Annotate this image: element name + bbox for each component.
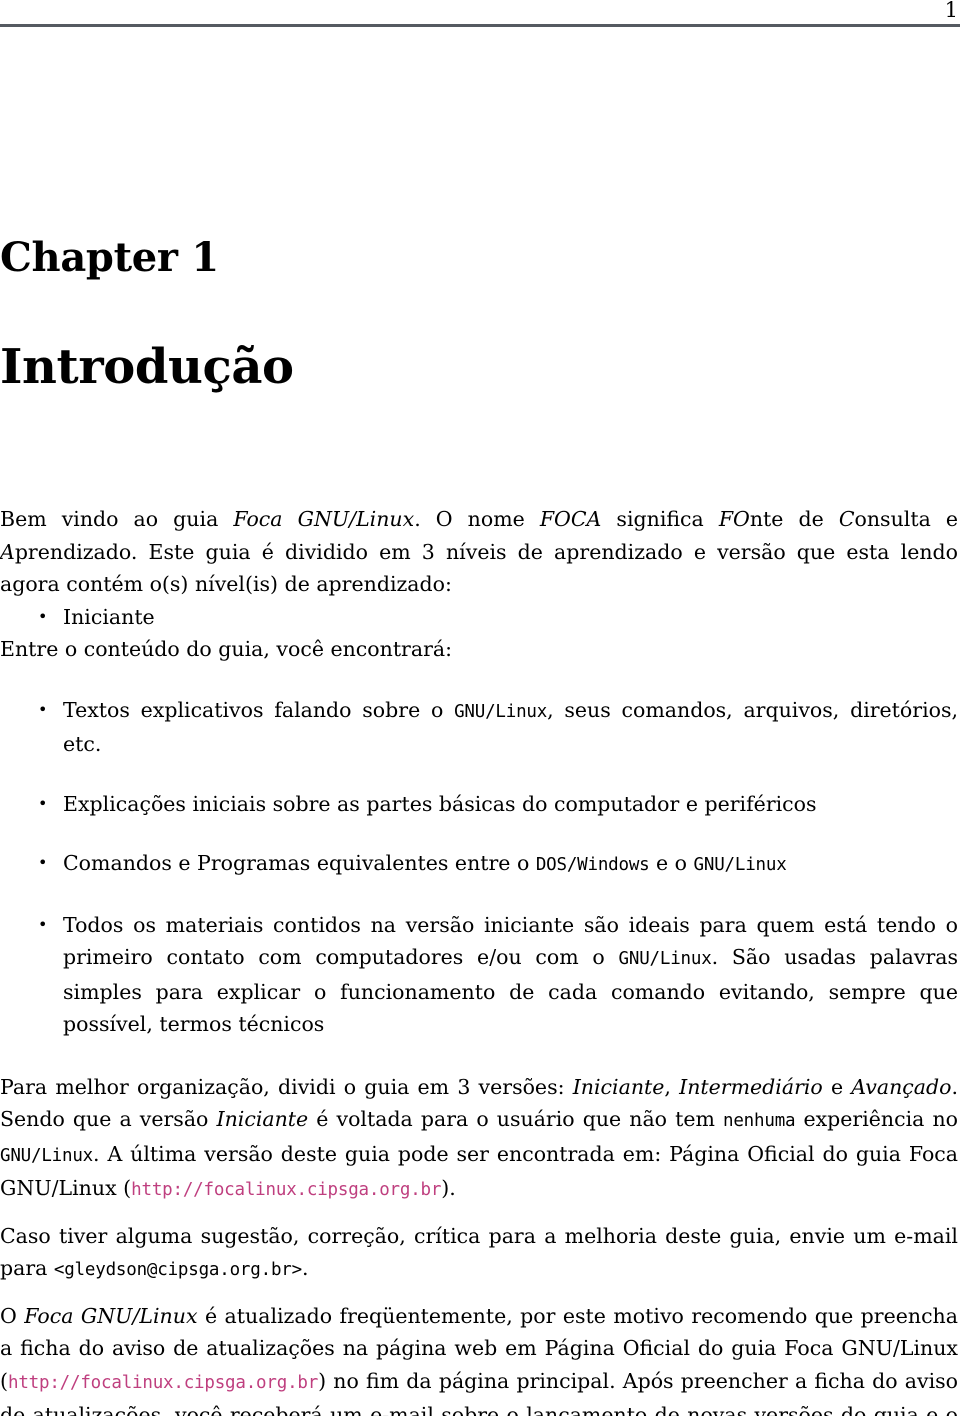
list-item: Comandos e Programas equivalentes entre … xyxy=(0,847,958,882)
contact-text-2: . xyxy=(301,1256,309,1280)
document-body: Bem vindo ao guia Foca GNU/Linux. O nome… xyxy=(0,503,958,1416)
contents-lead: Entre o conteúdo do guia, você encontrar… xyxy=(0,637,453,661)
header-rule xyxy=(0,24,960,27)
list-item: Explicações iniciais sobre as partes bás… xyxy=(0,788,958,821)
list-item: Iniciante xyxy=(0,601,958,634)
list-item: Todos os materiais contidos na versão in… xyxy=(0,909,958,1041)
document-page: 1 Chapter 1 Introdução Bem vindo ao guia… xyxy=(0,0,960,1416)
level-label: Iniciante xyxy=(63,604,155,629)
intro-text-6: prendizado xyxy=(14,539,131,564)
versions-emph-iniciante: Iniciante xyxy=(572,1074,665,1099)
intro-emph-c: C xyxy=(838,507,855,531)
versions-code-gnulinux: GNU/Linux xyxy=(0,1145,94,1166)
item-code: DOS/Windows xyxy=(535,855,650,875)
versions-text-8: ). xyxy=(441,1176,456,1200)
versions-code-nenhuma: nenhuma xyxy=(723,1111,796,1131)
contact-email: <gleydson@cipsga.org.br> xyxy=(53,1260,302,1280)
updates-paragraph: O Foca GNU/Linux é atualizado freqüentem… xyxy=(0,1300,958,1416)
chapter-label: Chapter 1 xyxy=(0,234,219,281)
intro-text-4: nte de xyxy=(749,507,839,531)
intro-text-1: Bem vindo ao guia xyxy=(0,507,234,531)
focalinux-url-link-2[interactable]: http://focalinux.cipsga.org.br xyxy=(8,1373,318,1393)
list-item: Textos explicativos falando sobre o GNU/… xyxy=(0,694,958,761)
item-code: GNU/Linux xyxy=(618,949,712,969)
versions-text-6: experiência no xyxy=(795,1107,958,1131)
versions-text-3: e xyxy=(822,1074,852,1099)
item-code-2: GNU/Linux xyxy=(693,855,787,875)
item-text-a: Explicações iniciais sobre as partes bás… xyxy=(63,791,817,816)
versions-paragraph: Para melhor organização, dividi o guia e… xyxy=(0,1071,958,1207)
intro-text-3: significa xyxy=(601,507,719,531)
contact-paragraph: Caso tiver alguma sugestão, correção, cr… xyxy=(0,1220,958,1287)
intro-emph-foca: FOCA xyxy=(539,507,602,531)
updates-text-1: O xyxy=(0,1303,25,1328)
updates-emph-foca-gnulinux: Foca GNU/Linux xyxy=(24,1303,198,1328)
chapter-title: Introdução xyxy=(0,339,294,395)
levels-list: Iniciante xyxy=(0,601,958,634)
intro-paragraph: Bem vindo ao guia Foca GNU/Linux. O nome… xyxy=(0,503,958,601)
contents-list: Textos explicativos falando sobre o GNU/… xyxy=(0,694,958,1041)
focalinux-url-link[interactable]: http://focalinux.cipsga.org.br xyxy=(131,1180,441,1200)
item-text-mid: e o xyxy=(649,851,694,875)
intro-text-5: onsulta e xyxy=(854,507,958,531)
intro-text-7: . Este guia é dividido em 3 níveis de ap… xyxy=(0,539,958,597)
versions-text-1: Para melhor organização, dividi o guia e… xyxy=(0,1074,573,1099)
intro-emph-foca-gnulinux: Foca GNU/Linux xyxy=(233,507,415,531)
versions-emph-iniciante-2: Iniciante xyxy=(216,1107,309,1131)
item-code: GNU/Linux xyxy=(454,701,548,722)
versions-emph-intermediario: Intermediário xyxy=(679,1074,823,1099)
chapter-heading: Chapter 1 Introdução xyxy=(0,234,960,395)
versions-emph-avancado: Avançado xyxy=(851,1074,952,1099)
page-header: 1 xyxy=(0,0,960,30)
item-text-a: Comandos e Programas equivalentes entre … xyxy=(63,851,536,875)
page-number: 1 xyxy=(944,0,958,22)
intro-emph-fo: FO xyxy=(718,507,750,531)
intro-emph-a: A xyxy=(0,539,15,564)
item-text-a: Textos explicativos falando sobre o xyxy=(63,697,455,722)
intro-text-2: . O nome xyxy=(414,507,540,531)
versions-text-5: é voltada para o usuário que não tem xyxy=(308,1107,724,1131)
versions-text-2: , xyxy=(664,1074,680,1099)
